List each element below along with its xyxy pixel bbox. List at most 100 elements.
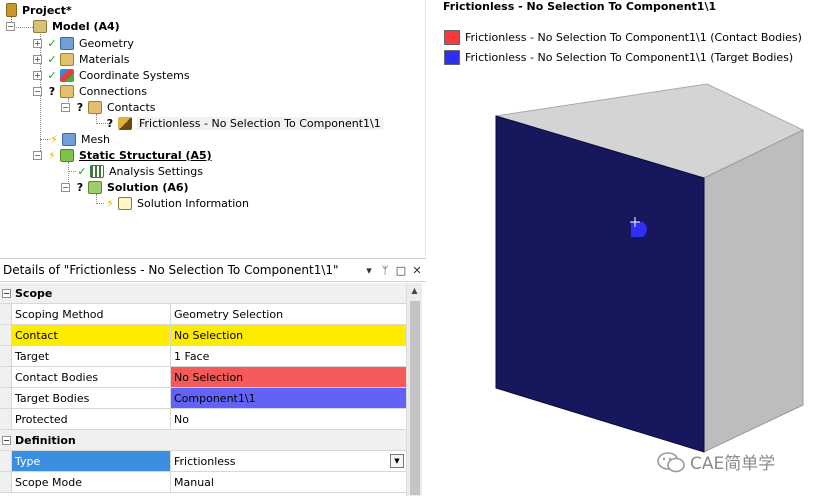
section-definition[interactable]: − Definition <box>0 430 406 451</box>
tree-line <box>96 203 104 204</box>
tree-item-project[interactable]: Project* <box>6 2 72 18</box>
tree-item-label: Solution (A6) <box>107 180 189 194</box>
analysis-settings-icon <box>90 164 104 178</box>
tree-item-label: Solution Information <box>137 196 249 210</box>
detail-row-target[interactable]: Target 1 Face <box>0 346 406 367</box>
detail-value[interactable]: Component1\1 <box>171 388 406 408</box>
block-side-face[interactable] <box>703 129 804 453</box>
dropdown-icon[interactable]: ▾ <box>362 264 376 277</box>
maximize-icon[interactable]: □ <box>394 264 408 277</box>
tree-item-label: Geometry <box>79 36 134 50</box>
tree-item-label: Contacts <box>107 100 156 114</box>
tree-item-solution-information[interactable]: ⚡ Solution Information <box>104 195 249 211</box>
tree-item-label: Project* <box>22 3 72 17</box>
detail-label: Scope Mode <box>12 472 171 492</box>
check-icon: ✓ <box>47 36 57 50</box>
close-icon[interactable]: ✕ <box>410 264 424 277</box>
solution-icon <box>88 180 102 194</box>
detail-row-contact-bodies[interactable]: Contact Bodies No Selection <box>0 367 406 388</box>
check-icon: ✓ <box>77 164 87 178</box>
dropdown-arrow-icon[interactable]: ▼ <box>390 454 404 468</box>
detail-value[interactable]: No Selection <box>171 325 406 345</box>
details-scrollbar[interactable]: ▲ <box>406 283 422 496</box>
tree-item-label: Mesh <box>81 132 110 146</box>
tree-item-mesh[interactable]: ⚡ Mesh <box>48 131 110 147</box>
tree-item-label: Connections <box>79 84 147 98</box>
tree-item-label: Analysis Settings <box>109 164 203 178</box>
detail-label: Contact Bodies <box>12 367 171 387</box>
detail-row-scoping-method[interactable]: Scoping Method Geometry Selection <box>0 304 406 325</box>
tree-item-static-structural[interactable]: − ⚡ Static Structural (A5) <box>33 147 212 163</box>
collapse-toggle[interactable]: − <box>33 86 42 96</box>
tree-item-label: Model (A4) <box>52 19 120 33</box>
scrollbar-thumb[interactable] <box>410 301 420 495</box>
expand-toggle[interactable]: + <box>33 70 42 80</box>
tree-item-frictionless-contact[interactable]: ? Frictionless - No Selection To Compone… <box>104 115 383 131</box>
tree-item-geometry[interactable]: + ✓ Geometry <box>33 35 134 51</box>
tree-item-connections[interactable]: − ? Connections <box>33 83 147 99</box>
question-icon: ? <box>76 180 84 194</box>
section-label: Definition <box>15 433 76 447</box>
detail-label: Scoping Method <box>12 304 171 324</box>
pin-icon[interactable]: ᛘ <box>378 264 392 277</box>
model-icon <box>33 19 47 33</box>
question-icon: ? <box>106 116 114 130</box>
project-icon <box>6 3 17 17</box>
tree-item-label: Static Structural (A5) <box>79 148 212 162</box>
tree-item-materials[interactable]: + ✓ Materials <box>33 51 129 67</box>
type-select[interactable]: Frictionless ▼ <box>171 451 406 471</box>
materials-icon <box>60 52 74 66</box>
expand-toggle[interactable]: + <box>33 54 42 64</box>
model-view[interactable] <box>428 0 819 496</box>
detail-row-scope-mode[interactable]: Scope Mode Manual <box>0 472 406 493</box>
target-face-patch[interactable] <box>631 222 647 237</box>
check-icon: ✓ <box>47 52 57 66</box>
detail-value: Frictionless <box>174 454 236 468</box>
scroll-up-icon[interactable]: ▲ <box>407 283 422 299</box>
detail-row-contact[interactable]: Contact No Selection <box>0 325 406 346</box>
details-title: Details of "Frictionless - No Selection … <box>3 263 339 277</box>
tree-item-contacts[interactable]: − ? Contacts <box>61 99 156 115</box>
tree-line <box>68 171 76 172</box>
collapse-toggle[interactable]: − <box>61 102 70 112</box>
detail-value[interactable]: Geometry Selection <box>171 304 406 324</box>
tree-item-coordinate-systems[interactable]: + ✓ Coordinate Systems <box>33 67 190 83</box>
legend-swatch <box>444 49 460 65</box>
section-label: Scope <box>15 286 53 300</box>
collapse-toggle[interactable]: − <box>2 288 11 298</box>
geometry-icon <box>60 36 74 50</box>
question-icon: ? <box>48 84 56 98</box>
detail-label: Target <box>12 346 171 366</box>
section-scope[interactable]: − Scope <box>0 283 406 304</box>
details-grid: − Scope Scoping Method Geometry Selectio… <box>0 283 406 493</box>
wechat-icon <box>657 451 685 472</box>
collapse-toggle[interactable]: − <box>6 21 15 31</box>
graphics-title: Frictionless - No Selection To Component… <box>443 0 717 13</box>
detail-row-target-bodies[interactable]: Target Bodies Component1\1 <box>0 388 406 409</box>
collapse-toggle[interactable]: − <box>61 182 70 192</box>
expand-toggle[interactable]: + <box>33 38 42 48</box>
tree-item-label: Coordinate Systems <box>79 68 190 82</box>
watermark: CAE简单学 <box>656 449 775 474</box>
detail-row-protected[interactable]: Protected No <box>0 409 406 430</box>
detail-value[interactable]: No <box>171 409 406 429</box>
legend-label: Frictionless - No Selection To Component… <box>465 50 794 64</box>
bolt-icon: ⚡ <box>50 132 58 146</box>
coordinate-systems-icon <box>60 68 74 82</box>
graphics-viewport[interactable]: Frictionless - No Selection To Component… <box>428 0 819 496</box>
watermark-text: CAE简单学 <box>690 454 776 474</box>
tree-item-analysis-settings[interactable]: ✓ Analysis Settings <box>76 163 203 179</box>
check-icon: ✓ <box>47 68 57 82</box>
tree-item-model[interactable]: − Model (A4) <box>6 18 120 34</box>
detail-row-type[interactable]: Type Frictionless ▼ <box>0 451 406 472</box>
tree-item-solution[interactable]: − ? Solution (A6) <box>61 179 189 195</box>
detail-value[interactable]: Manual <box>171 472 406 492</box>
detail-value[interactable]: No Selection <box>171 367 406 387</box>
question-icon: ? <box>76 100 84 114</box>
detail-value[interactable]: 1 Face <box>171 346 406 366</box>
collapse-toggle[interactable]: − <box>33 150 42 160</box>
collapse-toggle[interactable]: − <box>2 435 11 445</box>
contacts-icon <box>88 100 102 114</box>
detail-label: Type <box>12 451 171 471</box>
bolt-icon: ⚡ <box>48 148 56 162</box>
